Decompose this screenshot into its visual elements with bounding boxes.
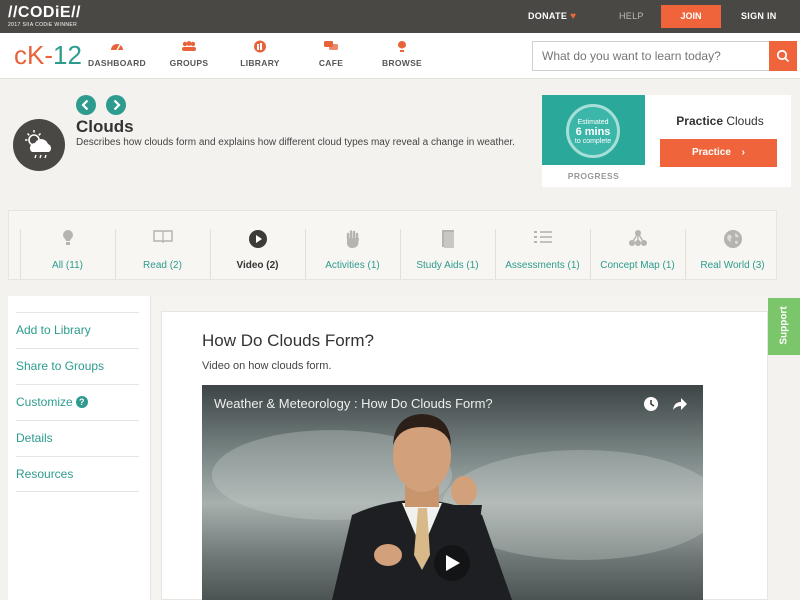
codie-award-badge: //CODiE// 2017 SIIA CODiE WINNER	[8, 4, 81, 29]
checklist-icon	[496, 229, 589, 249]
search-input[interactable]	[532, 41, 770, 71]
add-to-library-link[interactable]: Add to Library	[16, 312, 139, 348]
join-button[interactable]: JOIN	[661, 5, 721, 28]
search-icon	[776, 49, 790, 62]
lightbulb-icon	[21, 229, 114, 249]
tab-all[interactable]: All (11)	[20, 229, 114, 279]
nav-cafe[interactable]: CAFE	[296, 40, 366, 68]
practice-title: Practice Clouds	[676, 114, 764, 128]
practice-card: Estimated 6 mins to complete PROGRESS Pr…	[542, 95, 791, 187]
play-icon	[211, 229, 304, 249]
video-thumbnail-presenter	[212, 414, 703, 600]
heart-icon: ♥	[570, 11, 577, 22]
globe-icon	[686, 229, 779, 249]
tab-video[interactable]: Video (2)	[210, 229, 304, 279]
practice-button[interactable]: Practice ›	[660, 139, 777, 167]
next-concept-button[interactable]	[106, 95, 126, 115]
groups-icon	[154, 40, 224, 54]
watch-later-icon[interactable]	[643, 396, 659, 417]
weather-cloud-icon	[13, 119, 65, 171]
document-icon	[401, 229, 494, 249]
tab-real-world[interactable]: Real World (3)	[685, 229, 779, 279]
nav-groups[interactable]: GROUPS	[154, 40, 224, 68]
chevron-right-icon	[113, 99, 121, 111]
practice-thumbnail: Estimated 6 mins to complete	[542, 95, 645, 165]
video-description: Video on how clouds form.	[202, 360, 332, 372]
library-icon	[225, 40, 295, 54]
tab-assessments[interactable]: Assessments (1)	[495, 229, 589, 279]
video-player[interactable]: Weather & Meteorology : How Do Clouds Fo…	[202, 385, 703, 600]
codie-logo: //CODiE//	[8, 4, 81, 21]
tab-concept-map[interactable]: Concept Map (1)	[590, 229, 684, 279]
top-bar: //CODiE// 2017 SIIA CODiE WINNER DONATE ♥…	[0, 0, 800, 33]
donate-link[interactable]: DONATE ♥	[528, 11, 576, 22]
video-heading: How Do Clouds Form?	[202, 331, 374, 350]
video-player-title: Weather & Meteorology : How Do Clouds Fo…	[214, 396, 493, 411]
nav-library[interactable]: LIBRARY	[225, 40, 295, 68]
sign-in-link[interactable]: SIGN IN	[741, 11, 777, 21]
donate-label: DONATE	[528, 11, 568, 21]
concept-map-icon	[591, 229, 684, 249]
cafe-icon	[296, 40, 366, 54]
tab-study-aids[interactable]: Study Aids (1)	[400, 229, 494, 279]
customize-link[interactable]: Customize?	[16, 384, 139, 420]
share-to-groups-link[interactable]: Share to Groups	[16, 348, 139, 384]
customize-label: Customize	[16, 395, 73, 409]
nav-dashboard[interactable]: DASHBOARD	[82, 40, 152, 68]
help-link[interactable]: HELP	[619, 11, 644, 21]
chevron-left-icon	[81, 99, 89, 111]
search-button[interactable]	[769, 41, 797, 71]
progress-label: PROGRESS	[567, 171, 620, 181]
nav-browse[interactable]: BROWSE	[367, 40, 437, 68]
estimated-time-badge: Estimated 6 mins to complete	[566, 104, 620, 158]
previous-concept-button[interactable]	[76, 95, 96, 115]
browse-icon	[367, 40, 437, 54]
sidebar: Add to Library Share to Groups Customize…	[8, 296, 151, 600]
ck12-logo[interactable]: cK-12	[14, 41, 82, 69]
hand-icon	[306, 229, 399, 249]
tab-read[interactable]: Read (2)	[115, 229, 209, 279]
concept-title: Clouds	[76, 117, 134, 136]
tab-activities[interactable]: Activities (1)	[305, 229, 399, 279]
book-icon	[116, 229, 209, 249]
support-tab[interactable]: Support	[768, 298, 800, 355]
chevron-right-icon: ›	[741, 147, 746, 158]
modality-tabs: All (11) Read (2) Video (2) Activities (…	[8, 210, 777, 280]
resources-link[interactable]: Resources	[16, 456, 139, 492]
codie-subtitle: 2017 SIIA CODiE WINNER	[8, 22, 78, 28]
help-question-icon[interactable]: ?	[75, 396, 88, 408]
concept-description: Describes how clouds form and explains h…	[76, 137, 515, 148]
details-link[interactable]: Details	[16, 420, 139, 456]
dashboard-icon	[82, 40, 152, 54]
share-icon[interactable]	[671, 396, 688, 417]
